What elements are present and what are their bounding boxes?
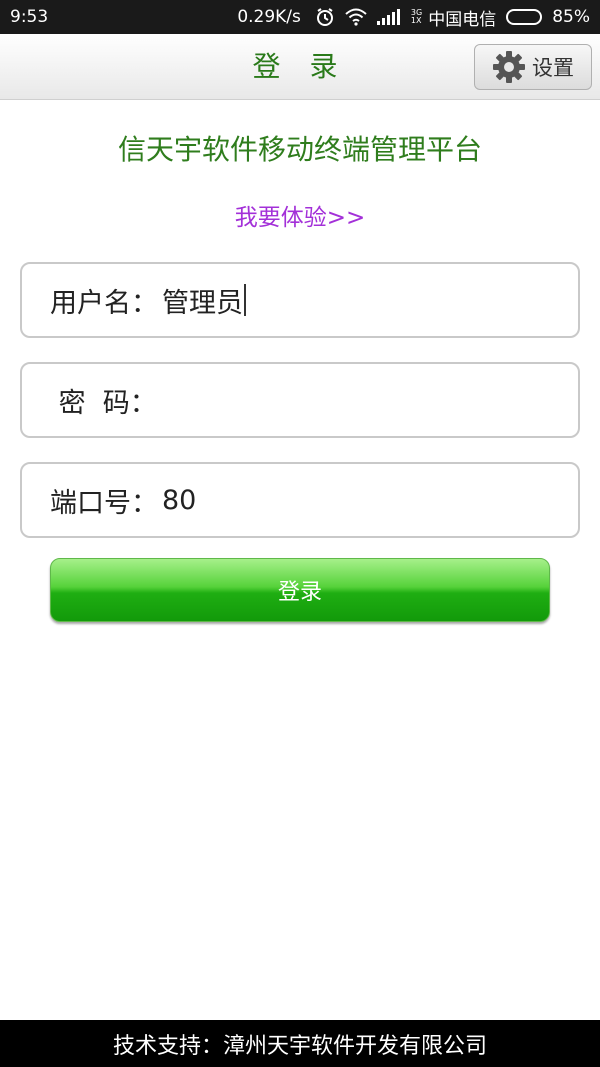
- settings-button[interactable]: 设置: [474, 44, 592, 90]
- text-cursor: [244, 284, 246, 316]
- cell-signal-icon: [376, 9, 401, 25]
- login-button[interactable]: 登录: [50, 558, 550, 622]
- title-bar: 登 录 设置: [0, 34, 600, 100]
- battery-icon: [506, 9, 543, 25]
- network-type-bottom: 1X: [410, 16, 422, 25]
- network-type: 3G 1X: [411, 9, 422, 25]
- wifi-icon: [345, 8, 367, 26]
- status-time: 9:53: [10, 7, 49, 27]
- password-label: 密 码：: [50, 387, 157, 419]
- port-value[interactable]: 80: [162, 485, 196, 516]
- footer-support-text: 技术支持：漳州天宇软件开发有限公司: [0, 1020, 600, 1067]
- status-right: 0.29K/s 3G 1X 中国电信 85%: [237, 5, 590, 30]
- password-field[interactable]: 密 码：: [20, 362, 580, 438]
- port-label: 端口号：: [50, 487, 158, 519]
- app-heading: 信天宇软件移动终端管理平台: [117, 133, 482, 166]
- port-field[interactable]: 端口号： 80: [20, 462, 580, 538]
- settings-label: 设置: [532, 56, 574, 80]
- alarm-icon: [315, 7, 335, 27]
- battery-percent: 85%: [552, 7, 590, 27]
- username-field[interactable]: 用户名： 管理员: [20, 262, 580, 338]
- username-value[interactable]: 管理员: [162, 281, 243, 320]
- gear-icon: [492, 50, 526, 84]
- carrier-name: 中国电信: [428, 9, 497, 30]
- net-speed: 0.29K/s: [237, 7, 301, 27]
- try-demo-link[interactable]: 我要体验>>: [0, 198, 600, 232]
- status-bar: 9:53 0.29K/s 3G 1X 中国电信 85%: [0, 0, 600, 34]
- username-label: 用户名：: [50, 287, 158, 319]
